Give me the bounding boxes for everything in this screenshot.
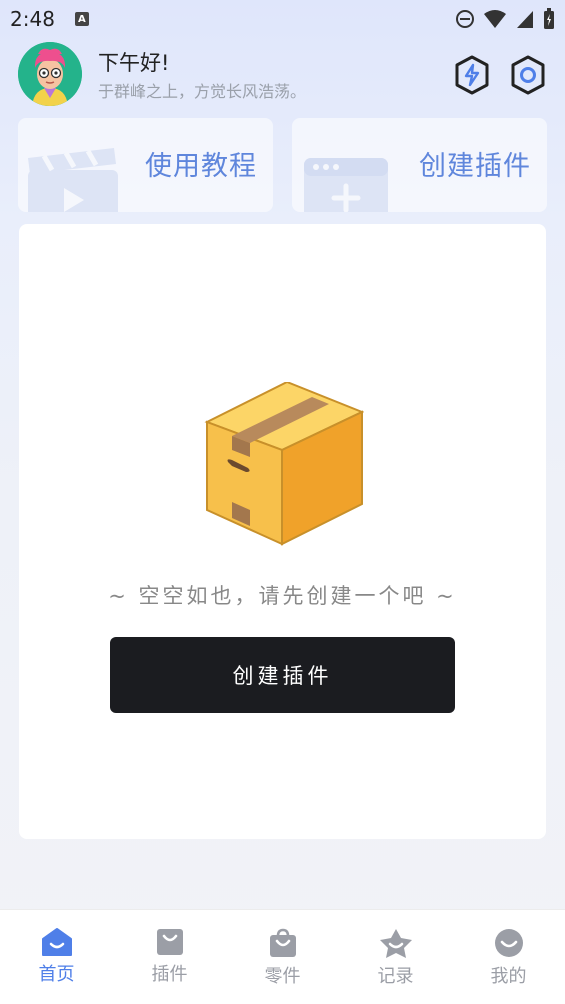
subtitle-quote: 于群峰之上，方觉长风浩荡。 [98, 82, 307, 101]
bag-icon [156, 929, 183, 955]
header: 下午好! 于群峰之上，方觉长风浩荡。 [18, 42, 548, 106]
notification-a-icon: A [74, 12, 89, 26]
status-icons [455, 8, 555, 30]
star-icon [379, 929, 412, 958]
tab-records-label: 记录 [377, 966, 414, 987]
smile-icon [494, 929, 523, 957]
clapperboard-icon [28, 148, 118, 212]
tab-parts[interactable]: 零件 [226, 910, 339, 1004]
lightning-hexagon-icon[interactable] [452, 55, 492, 95]
create-plugin-button[interactable]: 创建插件 [110, 637, 455, 713]
empty-box-illustration [204, 382, 364, 546]
wifi-icon [484, 10, 506, 28]
add-window-icon [304, 158, 388, 212]
tab-plugins-label: 插件 [151, 964, 188, 985]
create-plugin-card[interactable]: 创建插件 [292, 118, 547, 212]
tab-mine-label: 我的 [490, 966, 527, 987]
empty-state-message: ~ 空空如也，请先创建一个吧 ~ [108, 584, 457, 608]
settings-hexagon-icon[interactable] [508, 55, 548, 95]
tab-home[interactable]: 首页 [0, 910, 113, 1004]
tab-mine[interactable]: 我的 [452, 910, 565, 1004]
status-bar: 2:48 A [0, 0, 565, 38]
avatar[interactable] [18, 42, 82, 106]
home-icon [41, 928, 72, 956]
tutorial-label: 使用教程 [145, 151, 257, 182]
shopping-bag-icon [269, 928, 296, 957]
tab-parts-label: 零件 [264, 966, 301, 987]
signal-icon [517, 11, 533, 28]
tab-home-label: 首页 [38, 964, 75, 985]
tab-records[interactable]: 记录 [339, 910, 452, 1004]
bottom-tab-bar: 首页 插件 零件 记录 我的 [0, 909, 565, 1004]
tutorial-card[interactable]: 使用教程 [18, 118, 273, 212]
tab-plugins[interactable]: 插件 [113, 910, 226, 1004]
status-time: 2:48 [10, 7, 55, 31]
battery-icon [544, 8, 554, 29]
avatar-image [18, 42, 82, 106]
greeting: 下午好! [98, 51, 170, 75]
create-plugin-label: 创建插件 [419, 151, 531, 182]
plugin-list-panel: ~ 空空如也，请先创建一个吧 ~ 创建插件 [19, 224, 546, 839]
do-not-disturb-icon [456, 10, 474, 28]
